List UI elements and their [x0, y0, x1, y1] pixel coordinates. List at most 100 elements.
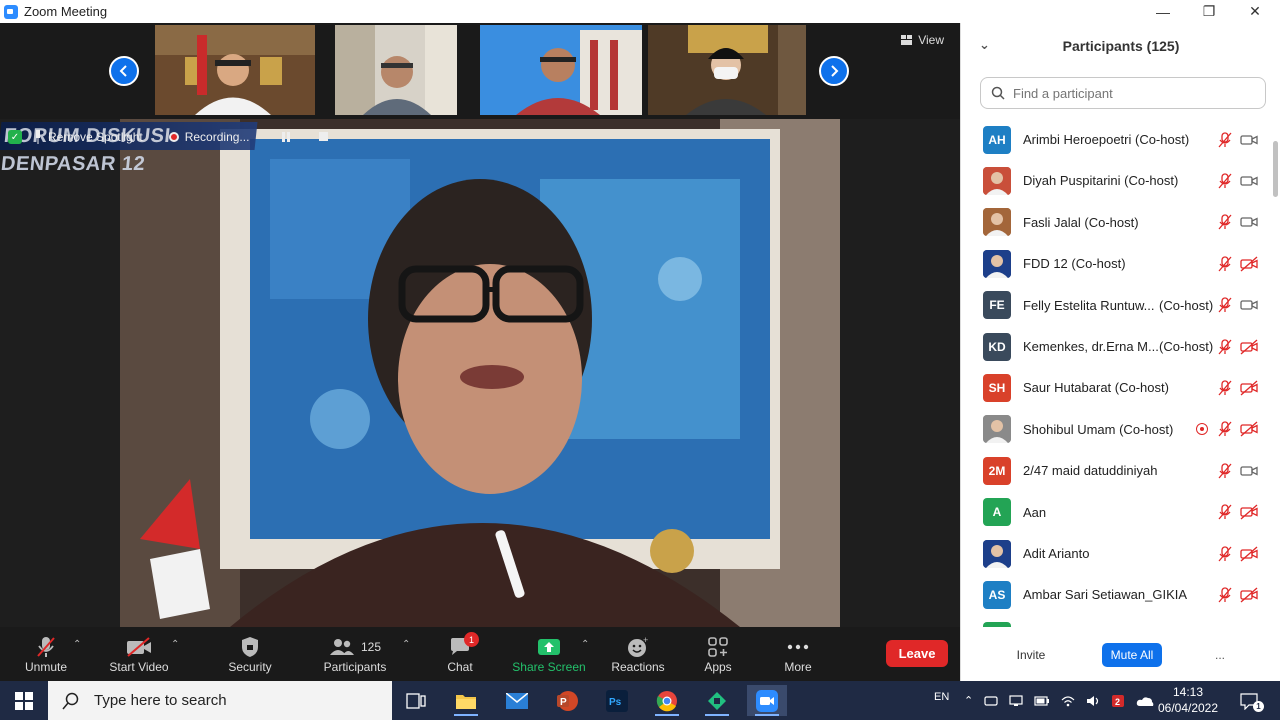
participant-row[interactable]: Shohibul Umam (Co-host)	[961, 409, 1271, 450]
taskbar-clock[interactable]: 14:13 06/04/2022	[1150, 684, 1226, 716]
powerpoint-app[interactable]: P	[547, 685, 587, 716]
task-view-button[interactable]	[396, 685, 436, 716]
microphone-muted-icon[interactable]	[1217, 545, 1233, 562]
next-page-button[interactable]	[819, 56, 849, 86]
participant-row[interactable]: ABAnggi Busaita 081166234	[961, 616, 1271, 627]
remove-spotlight-button[interactable]: Remove Spotlight	[34, 130, 143, 144]
stop-recording-button[interactable]	[319, 130, 329, 144]
pause-icon	[282, 132, 291, 142]
microphone-muted-icon[interactable]	[1217, 338, 1233, 355]
video-options-chevron-icon[interactable]: ⌃	[171, 639, 179, 650]
start-video-button[interactable]: Start Video	[104, 627, 174, 681]
participant-row[interactable]: AS Ambar Sari Setiawan_GIKIA	[961, 574, 1271, 615]
participant-thumbnail-video[interactable]	[335, 25, 457, 115]
participants-options-chevron-icon[interactable]: ⌃	[402, 639, 410, 650]
show-hidden-icons-chevron-icon[interactable]: ⌃	[964, 694, 973, 707]
editor-app[interactable]	[697, 685, 737, 716]
video-camera-icon[interactable]	[1240, 173, 1258, 189]
microphone-muted-icon[interactable]	[1217, 587, 1233, 603]
participant-thumbnail-video[interactable]	[480, 25, 642, 115]
zoom-app[interactable]	[747, 685, 787, 716]
file-explorer-app[interactable]	[446, 685, 486, 716]
audio-options-chevron-icon[interactable]: ⌃	[73, 639, 81, 650]
microphone-muted-icon[interactable]	[1217, 131, 1233, 148]
video-camera-off-icon[interactable]	[1240, 339, 1258, 355]
security-button[interactable]: Security	[222, 627, 278, 681]
participant-thumbnail-video[interactable]	[648, 25, 806, 115]
collapse-chevron-down-icon[interactable]: ⌄	[979, 37, 990, 53]
mail-app[interactable]	[497, 685, 537, 716]
apps-grid-icon	[708, 637, 728, 657]
video-camera-off-icon[interactable]	[1240, 504, 1258, 520]
participant-row[interactable]: SH Saur Hutabarat (Co-host)	[961, 367, 1271, 408]
wifi-icon[interactable]	[1061, 695, 1075, 707]
microphone-muted-icon[interactable]	[1217, 173, 1233, 189]
participant-row[interactable]: FDD 12 (Co-host)	[961, 243, 1271, 284]
photoshop-app[interactable]: Ps	[597, 685, 637, 716]
participants-button[interactable]: 125 Participants	[318, 627, 392, 681]
participant-row[interactable]: Fasli Jalal (Co-host)	[961, 202, 1271, 243]
video-camera-off-icon[interactable]	[1240, 380, 1258, 396]
volume-icon[interactable]	[1086, 695, 1100, 707]
chat-button[interactable]: 1 Chat	[438, 627, 482, 681]
video-camera-icon[interactable]	[1240, 214, 1258, 230]
battery-icon[interactable]	[1034, 695, 1050, 706]
more-options-button[interactable]: More	[776, 627, 820, 681]
notifications-button[interactable]: 1	[1230, 685, 1270, 716]
participant-row[interactable]: 2M 2/47 maid datuddiniyah	[961, 450, 1271, 491]
meet-now-icon[interactable]	[984, 695, 998, 707]
microphone-muted-icon[interactable]	[1217, 256, 1233, 272]
participant-row[interactable]: A Aan	[961, 492, 1271, 533]
microphone-muted-icon[interactable]	[1217, 380, 1233, 396]
microphone-muted-icon[interactable]	[1217, 297, 1233, 313]
video-camera-off-icon[interactable]	[1240, 546, 1258, 562]
apps-button[interactable]: Apps	[696, 627, 740, 681]
participant-list: AH Arimbi Heroepoetri (Co-host) Diyah Pusp…	[961, 117, 1271, 627]
microphone-muted-icon[interactable]	[1217, 504, 1233, 520]
participant-search-input[interactable]	[1013, 85, 1253, 101]
mute-all-button[interactable]: Mute All	[1102, 643, 1162, 667]
video-camera-icon[interactable]	[1240, 297, 1258, 313]
unmute-button[interactable]: Unmute	[18, 627, 74, 681]
participant-row[interactable]: Diyah Puspitarini (Co-host)	[961, 160, 1271, 201]
share-options-chevron-icon[interactable]: ⌃	[581, 639, 589, 650]
panel-more-button[interactable]: ...	[1208, 643, 1232, 667]
microphone-muted-icon[interactable]	[1217, 463, 1233, 479]
participant-row[interactable]: KD Kemenkes, dr.Erna M... (Co-host)	[961, 326, 1271, 367]
active-speaker-video[interactable]	[120, 119, 840, 627]
display-icon[interactable]	[1009, 694, 1023, 707]
search-icon	[62, 692, 79, 709]
video-camera-off-icon[interactable]	[1240, 421, 1258, 437]
leave-button[interactable]: Leave	[886, 640, 948, 667]
input-language-indicator[interactable]: EN	[934, 677, 949, 716]
participant-list-scrollbar[interactable]	[1271, 117, 1279, 627]
video-camera-off-icon[interactable]	[1240, 256, 1258, 272]
windows-start-button[interactable]	[4, 685, 44, 716]
previous-page-button[interactable]	[109, 56, 139, 86]
participant-avatar	[983, 166, 1011, 195]
chrome-app[interactable]	[647, 685, 687, 716]
participant-avatar: AS	[983, 580, 1011, 609]
avatar-photo	[983, 249, 1011, 278]
taskbar-search-box[interactable]: Type here to search	[48, 681, 392, 720]
scrollbar-thumb[interactable]	[1273, 141, 1278, 197]
view-button[interactable]: View	[901, 33, 944, 47]
pause-recording-button[interactable]	[281, 132, 291, 142]
share-screen-button[interactable]: Share Screen	[510, 627, 588, 681]
minimize-button[interactable]: —	[1140, 0, 1186, 23]
microphone-muted-icon[interactable]	[1217, 421, 1233, 437]
video-camera-icon[interactable]	[1240, 463, 1258, 479]
antivirus-icon[interactable]: 2	[1111, 694, 1125, 708]
microphone-muted-icon[interactable]	[1217, 214, 1233, 230]
participant-row[interactable]: AH Arimbi Heroepoetri (Co-host)	[961, 119, 1271, 160]
participant-thumbnail-video[interactable]	[155, 25, 315, 115]
close-button[interactable]: ✕	[1232, 0, 1278, 23]
video-camera-off-icon[interactable]	[1240, 587, 1258, 603]
video-camera-icon[interactable]	[1240, 132, 1258, 148]
participant-row[interactable]: FE Felly Estelita Runtuw... (Co-host)	[961, 285, 1271, 326]
invite-button[interactable]: Invite	[1005, 643, 1057, 667]
restore-button[interactable]: ❐	[1186, 0, 1232, 23]
reactions-button[interactable]: + Reactions	[606, 627, 670, 681]
participant-search-box[interactable]	[980, 77, 1266, 109]
participant-row[interactable]: Adit Arianto	[961, 533, 1271, 574]
